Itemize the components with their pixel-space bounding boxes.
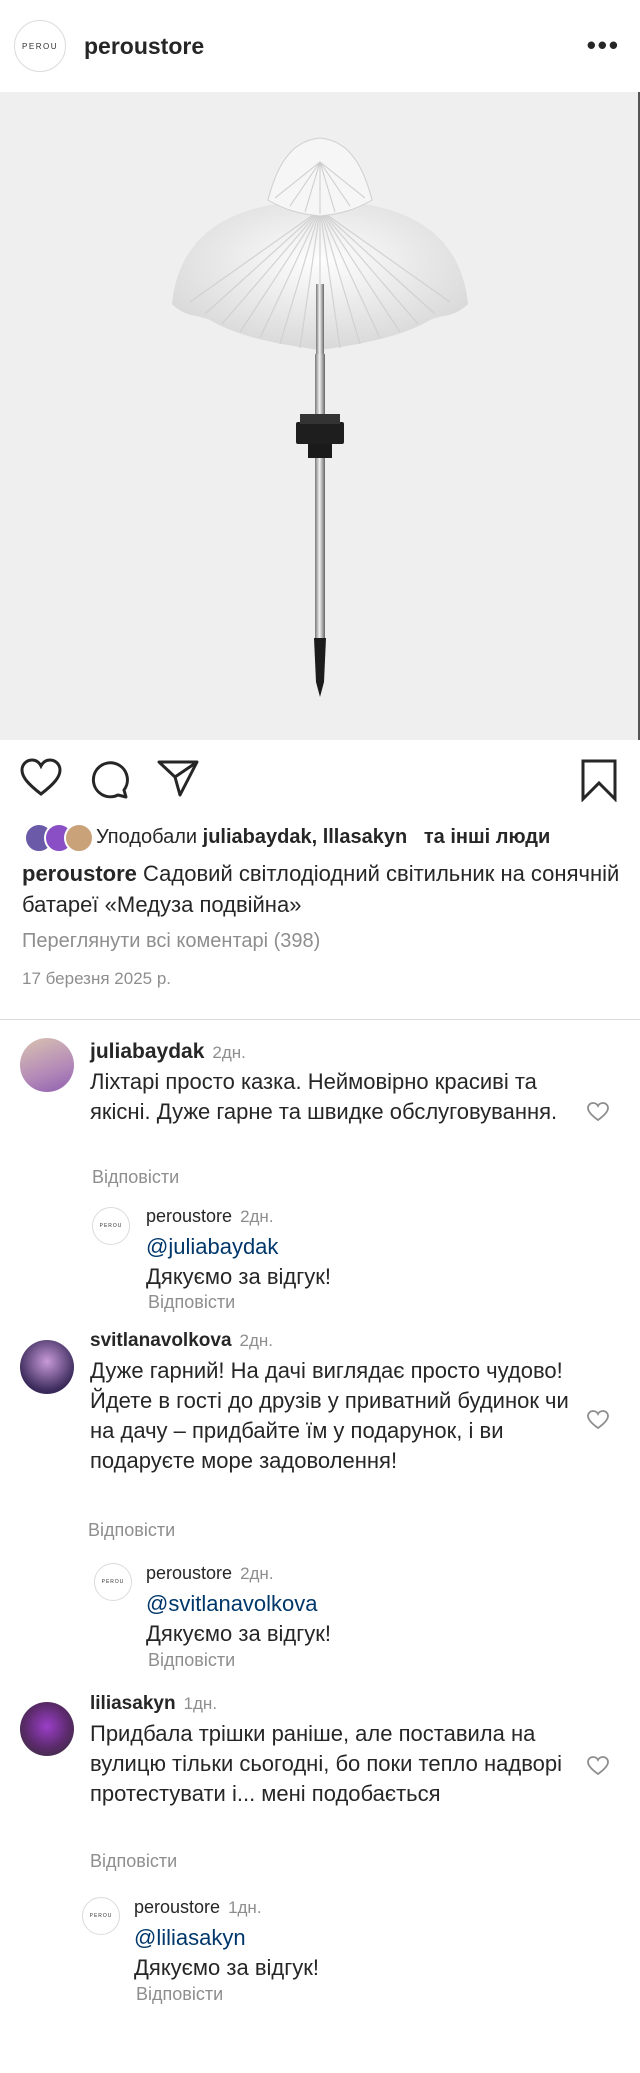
comment-like-icon[interactable] [587, 1410, 609, 1430]
reply-button[interactable]: Відповісти [136, 1984, 223, 2005]
header-username[interactable]: peroustore [84, 33, 204, 60]
likes-prefix: Уподобали [96, 825, 198, 848]
reply-text: @juliabaydak Дякуємо за відгук! [146, 1232, 566, 1292]
reply-text: @svitlanavolkova Дякуємо за відгук! [146, 1589, 566, 1649]
jellyfish-lamp-image [172, 137, 468, 697]
liker-avatar [64, 823, 94, 853]
post-header: PEROU peroustore ••• [0, 0, 640, 92]
reply-button[interactable]: Відповісти [88, 1520, 175, 1541]
reply-avatar[interactable]: PEROU [92, 1207, 130, 1245]
reply-username[interactable]: peroustore 1дн. [134, 1897, 262, 1918]
comment-like-icon[interactable] [587, 1756, 609, 1776]
commenter-avatar[interactable] [20, 1702, 74, 1756]
reply-avatar[interactable]: PEROU [82, 1897, 120, 1935]
post-photo[interactable] [0, 92, 640, 740]
reply-body: Дякуємо за відгук! [146, 1621, 331, 1646]
caption-username[interactable]: peroustore [22, 861, 137, 886]
reply-username[interactable]: peroustore 2дн. [146, 1206, 274, 1227]
view-all-comments-link[interactable]: Переглянути всі коментарі (398) [22, 930, 320, 953]
comment-text: Придбала трішки раніше, але поставила на… [90, 1721, 562, 1806]
more-options-icon[interactable]: ••• [587, 30, 620, 61]
reply-button[interactable]: Відповісти [92, 1167, 179, 1188]
store-logo-text: PEROU [22, 41, 58, 51]
store-avatar[interactable]: PEROU [14, 20, 66, 72]
send-icon[interactable] [156, 758, 200, 798]
commenter-avatar[interactable] [20, 1038, 74, 1092]
reply-time: 1дн. [228, 1898, 262, 1917]
liker-avatars [24, 823, 96, 853]
reply-time: 2дн. [240, 1564, 274, 1583]
reply-mention[interactable]: @liliasakyn [134, 1923, 554, 1953]
comment-username[interactable]: juliabaydak 2дн. [90, 1040, 246, 1064]
divider [0, 1019, 640, 1020]
reply-text: @liliasakyn Дякуємо за відгук! [134, 1923, 554, 1983]
reply-button[interactable]: Відповісти [148, 1650, 235, 1671]
reply-avatar[interactable]: PEROU [94, 1563, 132, 1601]
reply-button[interactable]: Відповісти [90, 1851, 177, 1872]
comment-username[interactable]: liliasakyn 1дн. [90, 1693, 217, 1715]
reply-body: Дякуємо за відгук! [146, 1264, 331, 1289]
comment-time: 2дн. [239, 1331, 274, 1350]
heart-icon[interactable] [20, 758, 62, 798]
reply-mention[interactable]: @svitlanavolkova [146, 1589, 566, 1619]
comment-icon[interactable] [88, 758, 130, 800]
reply-body: Дякуємо за відгук! [134, 1955, 319, 1980]
post-date: 17 березня 2025 р. [22, 969, 171, 988]
comment-text: Дуже гарний! На дачі виглядає просто чуд… [90, 1358, 569, 1473]
comment-username[interactable]: svitlanavolkova 2дн. [90, 1330, 273, 1352]
reply-username[interactable]: peroustore 2дн. [146, 1563, 274, 1584]
bookmark-icon[interactable] [580, 758, 618, 802]
comment-time: 2дн. [212, 1043, 246, 1062]
likes-users[interactable]: juliabaydak, lllasakyn [203, 826, 408, 849]
reply-time: 2дн. [240, 1207, 274, 1226]
likes-suffix[interactable]: та інші люди [424, 826, 550, 849]
commenter-avatar[interactable] [20, 1340, 74, 1394]
reply-button[interactable]: Відповісти [148, 1292, 235, 1313]
comment-time: 1дн. [183, 1694, 218, 1713]
comment-like-icon[interactable] [587, 1102, 609, 1122]
post-caption: peroustore Садовий світлодіодний світиль… [22, 858, 622, 920]
action-bar [0, 758, 640, 804]
reply-mention[interactable]: @juliabaydak [146, 1232, 566, 1262]
comment-text: Ліхтарі просто казка. Неймовірно красиві… [90, 1069, 558, 1124]
likes-summary[interactable]: Уподобали juliabaydak, lllasakyn та інші… [24, 822, 550, 853]
